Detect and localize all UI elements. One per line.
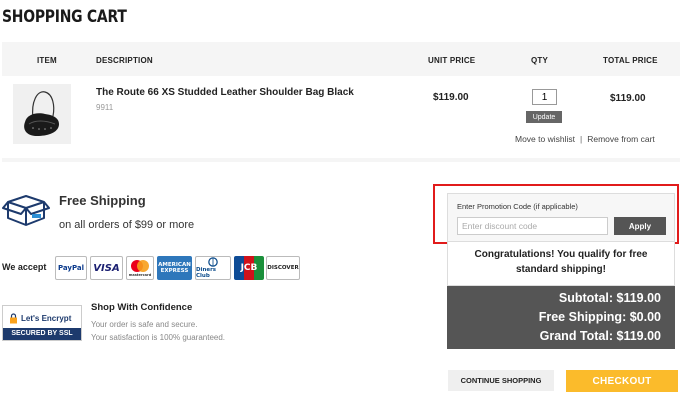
- diners-circle-icon: [208, 257, 218, 267]
- diners-wordmark: Diners Club: [196, 267, 217, 279]
- bag-image: [24, 91, 59, 136]
- congrats-line-2: standard shipping!: [516, 264, 606, 275]
- shipping-qualify-message: Congratulations! You qualify for free st…: [447, 242, 675, 286]
- amex-logo: AMERICAN EXPRESS: [157, 256, 192, 280]
- quantity-input[interactable]: [532, 89, 557, 105]
- checkout-button[interactable]: CHECKOUT: [566, 370, 678, 392]
- ssl-secured-text: SECURED BY SSL: [3, 328, 81, 340]
- ssl-badge: Let's Encrypt SECURED BY SSL: [2, 305, 82, 341]
- link-separator: |: [580, 134, 583, 144]
- lock-icon: [10, 312, 17, 323]
- shop-with-confidence-title: Shop With Confidence: [91, 302, 193, 313]
- total-price: $119.00: [610, 93, 646, 104]
- paypal-logo: PayPal: [55, 256, 87, 280]
- mastercard-circles-icon: mastercard: [129, 260, 152, 277]
- highlight-frame: [433, 184, 679, 244]
- discover-logo: DISCOVER: [266, 256, 300, 280]
- subtotal: Subtotal: $119.00: [558, 291, 661, 305]
- product-sku: 9911: [96, 103, 114, 112]
- free-shipping-subtitle: on all orders of $99 or more: [59, 219, 195, 231]
- header-description: DESCRIPTION: [96, 56, 153, 65]
- jcb-logo: JCB: [234, 256, 264, 280]
- free-shipping-title: Free Shipping: [59, 193, 146, 208]
- move-to-wishlist-link[interactable]: Move to wishlist: [515, 134, 575, 144]
- header-unit-price: UNIT PRICE: [428, 56, 476, 65]
- confidence-line-1: Your order is safe and secure.: [91, 320, 198, 329]
- unit-price: $119.00: [433, 92, 469, 103]
- header-qty: QTY: [531, 56, 549, 65]
- mastercard-logo: mastercard: [126, 256, 154, 280]
- header-item: ITEM: [37, 56, 57, 65]
- visa-logo: VISA: [90, 256, 123, 280]
- confidence-line-2: Your satisfaction is 100% guaranteed.: [91, 333, 226, 342]
- ssl-provider-text: Let's Encrypt: [21, 313, 72, 323]
- page-title: SHOPPING CART: [2, 7, 127, 27]
- shipping-box-icon: [2, 195, 50, 226]
- product-name[interactable]: The Route 66 XS Studded Leather Shoulder…: [96, 87, 354, 98]
- header-total-price: TOTAL PRICE: [603, 56, 658, 65]
- we-accept-label: We accept: [2, 262, 47, 272]
- remove-from-cart-link[interactable]: Remove from cart: [587, 134, 655, 144]
- continue-shopping-button[interactable]: CONTINUE SHOPPING: [448, 370, 554, 391]
- diners-logo: Diners Club: [195, 256, 231, 280]
- shipping-total: Free Shipping: $0.00: [538, 310, 661, 324]
- update-button[interactable]: Update: [526, 111, 562, 123]
- grand-total: Grand Total: $119.00: [539, 329, 661, 343]
- congrats-line-1: Congratulations! You qualify for free: [474, 249, 648, 260]
- order-totals: Subtotal: $119.00 Free Shipping: $0.00 G…: [447, 286, 675, 349]
- mastercard-wordmark: mastercard: [129, 273, 152, 277]
- item-actions: Move to wishlist | Remove from cart: [515, 134, 655, 144]
- ssl-badge-top: Let's Encrypt: [3, 308, 81, 328]
- product-image[interactable]: [13, 84, 71, 144]
